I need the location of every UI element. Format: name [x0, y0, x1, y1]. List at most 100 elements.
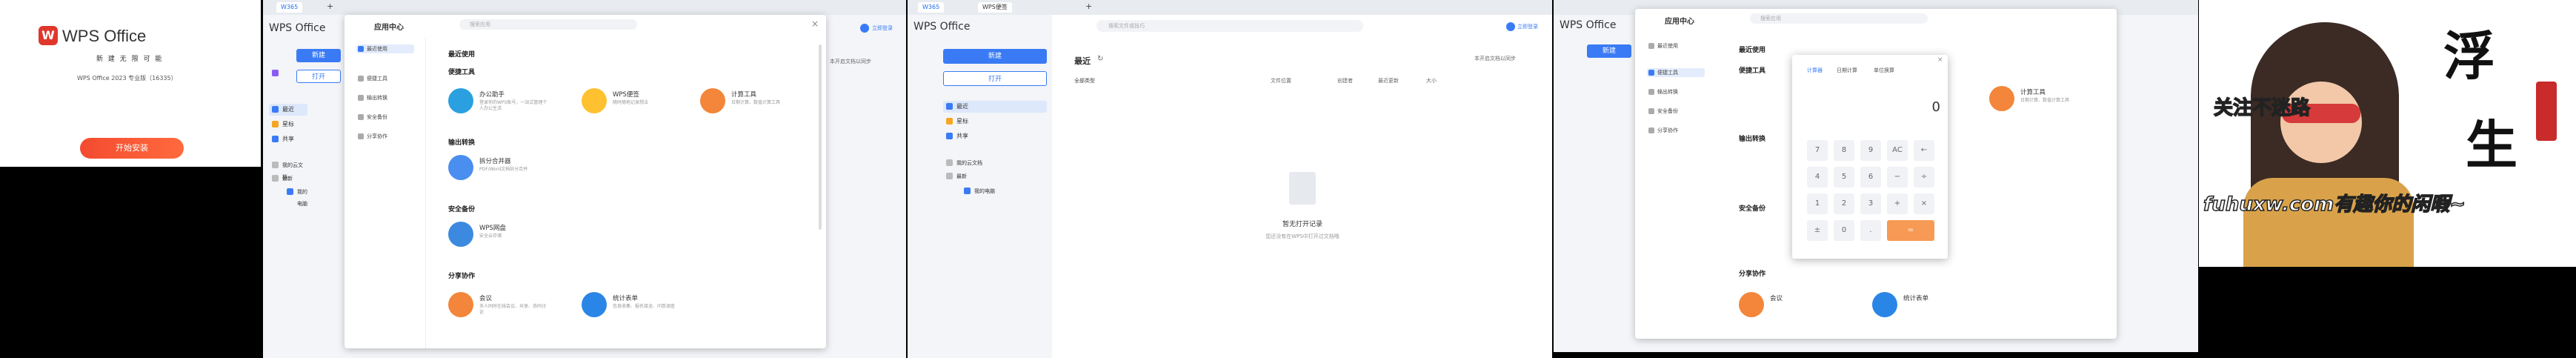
calc-key[interactable]: ←	[1914, 140, 1934, 161]
tool-wps-notes[interactable]: WPS便签 随时随地记录想法	[582, 85, 685, 118]
install-button[interactable]: 开始安装	[80, 138, 184, 159]
section-recent-title: 最近使用	[448, 51, 476, 59]
menu-backup[interactable]: 安全备份	[1647, 107, 1678, 116]
menu-convert[interactable]: 输出转换	[356, 93, 387, 102]
col-creator[interactable]: 创建者	[1337, 77, 1353, 84]
tool-calculator[interactable]: 计算工具 日期计算、数值计算工具	[700, 85, 804, 118]
calc-close-icon[interactable]: ×	[1937, 56, 1943, 64]
wps-logo-icon: W	[39, 26, 58, 45]
calc-key[interactable]: ×	[1914, 193, 1934, 214]
col-updated[interactable]: 最近更新	[1378, 77, 1399, 84]
tree-latest[interactable]: 最新	[269, 173, 307, 185]
calc-key[interactable]: 6	[1860, 167, 1881, 188]
calculator-icon	[1989, 86, 2014, 111]
tool-stat-form[interactable]: 统计表单 信息收集、报名接龙、问卷调查	[582, 289, 685, 322]
tool-name: 拆分合并器	[479, 158, 511, 165]
nav-star[interactable]: 星标	[269, 119, 307, 130]
type-filter[interactable]: 全部类型	[1074, 77, 1095, 84]
form-icon	[1872, 292, 1897, 317]
calc-key[interactable]: 3	[1860, 193, 1881, 214]
page-title: 最近	[1074, 56, 1091, 66]
tab-w365[interactable]: W365	[276, 2, 303, 13]
new-tab-plus-icon[interactable]: +	[1085, 1, 1092, 11]
close-icon[interactable]: ×	[811, 19, 819, 29]
avatar[interactable]	[860, 24, 869, 33]
calc-key[interactable]: ±	[1807, 220, 1828, 241]
scrollbar[interactable]	[819, 44, 822, 230]
new-tab-plus-icon[interactable]: +	[327, 1, 333, 11]
new-button[interactable]: 新建	[943, 49, 1047, 64]
app-center-title: 应用中心	[1665, 18, 1694, 26]
tool-meeting[interactable]: 会议 多人同时在线会议、共享、协同讨论	[448, 289, 552, 322]
star-icon	[946, 118, 953, 125]
new-button[interactable]: 新建	[1587, 44, 1631, 58]
sidebar-icon-purple[interactable]	[272, 70, 279, 76]
tool-calculator[interactable]: 计算工具 日期计算、数值计算工具	[1989, 83, 2093, 116]
calc-key[interactable]: −	[1887, 167, 1908, 188]
tab-w365[interactable]: W365	[918, 2, 945, 13]
calc-tab-calculator[interactable]: 计算器	[1807, 67, 1823, 74]
menu-recent[interactable]: 最近使用	[356, 44, 414, 53]
calc-key[interactable]: 1	[1807, 193, 1828, 214]
calc-tab-date[interactable]: 日期计算	[1837, 67, 1857, 74]
refresh-icon[interactable]: ↻	[1097, 55, 1103, 63]
tool-stat-form[interactable]: 统计表单	[1872, 289, 1976, 322]
search-input[interactable]: 搜索文件或技巧	[1096, 20, 1363, 32]
tree-cloud[interactable]: 我的云文档	[269, 159, 307, 180]
calc-equals-key[interactable]: =	[1887, 220, 1934, 241]
menu-share[interactable]: 分享协作	[356, 132, 387, 141]
tool-split-merge[interactable]: 拆分合并器 PDF/Word文档拆分合并	[448, 152, 552, 185]
menu-recent[interactable]: 最近使用	[1647, 42, 1678, 50]
app-search-input[interactable]: 搜索应用	[1750, 13, 1928, 24]
tool-wps-cloud[interactable]: WPS网盘 安全云存储	[448, 219, 552, 251]
nav-star[interactable]: 星标	[943, 116, 1039, 127]
new-button[interactable]: 新建	[296, 49, 341, 62]
tool-office-assistant[interactable]: 办公助手 登录你的WPS账号，一站式管理个人办公生活	[448, 85, 552, 118]
menu-backup[interactable]: 安全备份	[356, 113, 387, 122]
nav-share[interactable]: 共享	[943, 130, 1039, 142]
calc-key[interactable]: 7	[1807, 140, 1828, 161]
open-button[interactable]: 打开	[296, 70, 341, 83]
tab-notes[interactable]: WPS便签	[978, 2, 1012, 13]
col-location[interactable]: 文件位置	[1271, 77, 1291, 84]
poster-seal	[2536, 82, 2557, 141]
calc-key[interactable]: AC	[1887, 140, 1908, 161]
menu-share[interactable]: 分享协作	[1647, 126, 1678, 135]
calc-key[interactable]: .	[1860, 220, 1881, 241]
tree-pc[interactable]: 我的电脑	[284, 186, 307, 207]
tool-desc: PDF/Word文档拆分合并	[479, 167, 528, 172]
split-merge-icon	[448, 155, 473, 180]
calc-key[interactable]: +	[1887, 193, 1908, 214]
tool-meeting[interactable]: 会议	[1739, 289, 1843, 322]
calc-key[interactable]: 8	[1834, 140, 1854, 161]
calc-key[interactable]: 9	[1860, 140, 1881, 161]
calc-key[interactable]: 4	[1807, 167, 1828, 188]
avatar[interactable]	[1506, 22, 1515, 31]
nav-share[interactable]: 共享	[269, 133, 307, 145]
calc-key[interactable]: 2	[1834, 193, 1854, 214]
section-convert-title: 输出转换	[1739, 136, 1766, 143]
search-placeholder: 搜索应用	[470, 21, 490, 27]
tree-pc[interactable]: 我的电脑	[961, 185, 1057, 197]
menu-tools[interactable]: 便捷工具	[356, 74, 387, 83]
nav-recent[interactable]: 最近	[943, 101, 1047, 113]
calc-key[interactable]: 5	[1834, 167, 1854, 188]
calc-tab-unit[interactable]: 单位换算	[1874, 67, 1894, 74]
col-size[interactable]: 大小	[1426, 77, 1437, 84]
poster-panel: 关注不迷路 浮 生 fuhuxw.com有趣你的闲暇~	[2199, 0, 2576, 267]
open-button[interactable]: 打开	[943, 71, 1047, 86]
meeting-icon	[448, 292, 473, 317]
menu-convert[interactable]: 输出转换	[1647, 87, 1678, 96]
login-link[interactable]: 立即登录	[1517, 23, 1538, 30]
clock-icon	[946, 103, 953, 110]
nav-recent[interactable]: 最近	[269, 104, 307, 116]
calc-key[interactable]: 0	[1834, 220, 1854, 241]
app-search-input[interactable]: 搜索应用	[459, 19, 637, 30]
login-link[interactable]: 立即登录	[872, 24, 893, 32]
section-backup-title: 安全备份	[1739, 205, 1766, 213]
tool-desc: 安全云存储	[479, 233, 502, 239]
tree-cloud[interactable]: 我的云文档	[943, 157, 1039, 169]
calc-key[interactable]: ÷	[1914, 167, 1934, 188]
tree-latest[interactable]: 最新	[943, 170, 1039, 182]
menu-tools[interactable]: 便捷工具	[1647, 68, 1705, 77]
